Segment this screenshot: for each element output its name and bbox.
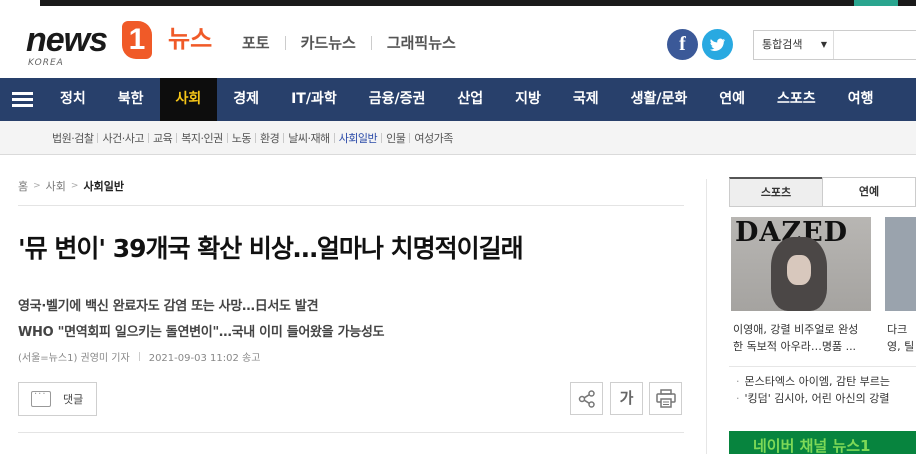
list-item[interactable]: '킹덤' 김시아, 어린 아신의 강렬: [736, 390, 916, 407]
subnav-item-active[interactable]: 사회일반: [330, 130, 378, 146]
tab-entertainment[interactable]: 연예: [822, 177, 916, 207]
subnav-item[interactable]: 노동: [223, 130, 252, 146]
sidebar-caption[interactable]: 이영애, 강렬 비주얼로 완성 한 독보적 아우라…명품 ...: [733, 321, 873, 355]
twitter-bird-icon: [710, 38, 725, 51]
nav-item-politics[interactable]: 정치: [44, 78, 102, 121]
caption-line: 이영애, 강렬 비주얼로 완성: [733, 323, 859, 336]
caption-line: 다크: [887, 323, 908, 336]
subnav-item[interactable]: 복지·인권: [172, 130, 223, 146]
menu-icon[interactable]: [0, 78, 44, 121]
main-nav: 정치 북한 사회 경제 IT/과학 금융/증권 산업 지방 국제 생활/문화 연…: [0, 78, 916, 121]
subnav-item[interactable]: 법원·검찰: [52, 130, 94, 146]
nav-item-travel[interactable]: 여행: [832, 78, 890, 121]
nav-item-local[interactable]: 지방: [499, 78, 557, 121]
comment-icon: [31, 389, 51, 407]
link-graphic-news[interactable]: 그래픽뉴스: [387, 32, 456, 53]
facebook-icon[interactable]: f: [667, 29, 698, 60]
search-box: 통합검색 ▼: [753, 30, 916, 60]
link-photo[interactable]: 포토: [242, 32, 270, 53]
nav-item-industry[interactable]: 산업: [441, 78, 499, 121]
tab-sports[interactable]: 스포츠: [729, 177, 823, 207]
logo-korea-text: KOREA: [28, 58, 64, 68]
list-item[interactable]: 몬스타엑스 아이엠, 감탄 부르는: [736, 373, 916, 390]
divider: [729, 366, 916, 367]
nav-item-society[interactable]: 사회: [159, 78, 218, 121]
sidebar-tabs: 스포츠 연예: [729, 177, 916, 207]
column-divider: [706, 179, 707, 454]
sidebar-headline-list: 몬스타엑스 아이엠, 감탄 부르는 '킹덤' 김시아, 어린 아신의 강렬: [736, 373, 916, 407]
caption-line: 한 독보적 아우라…명품 ...: [733, 340, 857, 353]
subnav-item[interactable]: 환경: [251, 130, 280, 146]
link-card-news[interactable]: 카드뉴스: [301, 32, 356, 53]
comment-label: 댓글: [63, 393, 84, 406]
news1-logo[interactable]: news 1 뉴스 KOREA: [26, 20, 226, 70]
header-links: 포토 카드뉴스 그래픽뉴스: [242, 32, 456, 53]
nav-item-economy[interactable]: 경제: [217, 78, 275, 121]
nav-item-finance[interactable]: 금융/증권: [353, 78, 442, 121]
comment-button[interactable]: 댓글: [18, 382, 97, 416]
portrait-image: [771, 237, 827, 311]
byline-datetime: 2021-09-03 11:02 송고: [148, 353, 261, 364]
subnav-item[interactable]: 인물: [377, 130, 406, 146]
logo-korean-text: 뉴스: [168, 25, 213, 53]
caret-down-icon: ▼: [820, 40, 827, 49]
subnav-item[interactable]: 여성가족: [405, 130, 453, 146]
search-scope-select[interactable]: 통합검색 ▼: [754, 31, 834, 59]
share-icon: [578, 390, 595, 408]
print-button[interactable]: [649, 382, 682, 415]
sub-nav: 법원·검찰 사건·사고 교육 복지·인권 노동 환경 날씨·재해 사회일반 인물…: [0, 121, 916, 155]
article-byline: (서울=뉴스1) 권영미 기자 2021-09-03 11:02 송고: [18, 349, 260, 364]
share-button[interactable]: [570, 382, 603, 415]
caption-line: 영, 틸: [887, 340, 915, 353]
subnav-list: 법원·검찰 사건·사고 교육 복지·인권 노동 환경 날씨·재해 사회일반 인물…: [52, 121, 453, 154]
sidebar-thumbnail-2[interactable]: [885, 217, 916, 311]
chevron-right-icon: >: [70, 181, 79, 191]
nav-item-life-culture[interactable]: 생활/문화: [615, 78, 704, 121]
site-header: news 1 뉴스 KOREA 포토 카드뉴스 그래픽뉴스 f 통합검색 ▼: [0, 6, 916, 78]
nav-list: 정치 북한 사회 경제 IT/과학 금융/증권 산업 지방 국제 생활/문화 연…: [44, 78, 889, 121]
divider: [18, 432, 684, 433]
subnav-item[interactable]: 사건·사고: [93, 130, 144, 146]
sidebar-caption-2[interactable]: 다크 영, 틸: [887, 321, 916, 355]
article-headline: '뮤 변이' 39개국 확산 비상…얼마나 치명적이길래: [18, 234, 524, 263]
twitter-icon[interactable]: [702, 29, 733, 60]
breadcrumb-home[interactable]: 홈: [18, 178, 28, 194]
article-subtitle-2: WHO "면역회피 일으키는 돌연변이"…국내 이미 들어왔을 가능성도: [18, 325, 385, 340]
nav-item-it-science[interactable]: IT/과학: [275, 78, 353, 121]
byline-author: (서울=뉴스1) 권영미 기자: [18, 353, 130, 364]
article-subtitle-1: 영국·벨기에 백신 완료자도 감염 또는 사망…日서도 발견: [18, 299, 319, 314]
subnav-item[interactable]: 교육: [144, 130, 173, 146]
breadcrumb: 홈 > 사회 > 사회일반: [18, 178, 124, 194]
nav-item-north-korea[interactable]: 북한: [102, 78, 160, 121]
nav-item-sports[interactable]: 스포츠: [761, 78, 832, 121]
breadcrumb-current[interactable]: 사회일반: [83, 178, 123, 194]
sns-buttons: f: [667, 29, 733, 60]
print-icon: [655, 389, 676, 408]
naver-channel-banner[interactable]: 네이버 채널 뉴스1: [729, 431, 916, 454]
divider: [284, 35, 286, 50]
search-input[interactable]: [836, 33, 916, 57]
divider: [18, 205, 684, 206]
breadcrumb-section[interactable]: 사회: [46, 178, 66, 194]
logo-one-mark: 1: [122, 21, 152, 59]
sidebar-thumbnail[interactable]: DAZED: [731, 217, 871, 311]
banner-text: 네이버 채널 뉴스1: [753, 437, 871, 454]
logo-news-text: news: [26, 21, 108, 59]
nav-item-world[interactable]: 국제: [557, 78, 615, 121]
subnav-item[interactable]: 날씨·재해: [279, 130, 330, 146]
font-size-button[interactable]: 가: [610, 382, 643, 415]
search-scope-label: 통합검색: [762, 38, 803, 51]
nav-item-entertainment[interactable]: 연예: [703, 78, 761, 121]
chevron-right-icon: >: [33, 181, 41, 191]
divider: [138, 352, 140, 361]
divider: [370, 35, 372, 50]
